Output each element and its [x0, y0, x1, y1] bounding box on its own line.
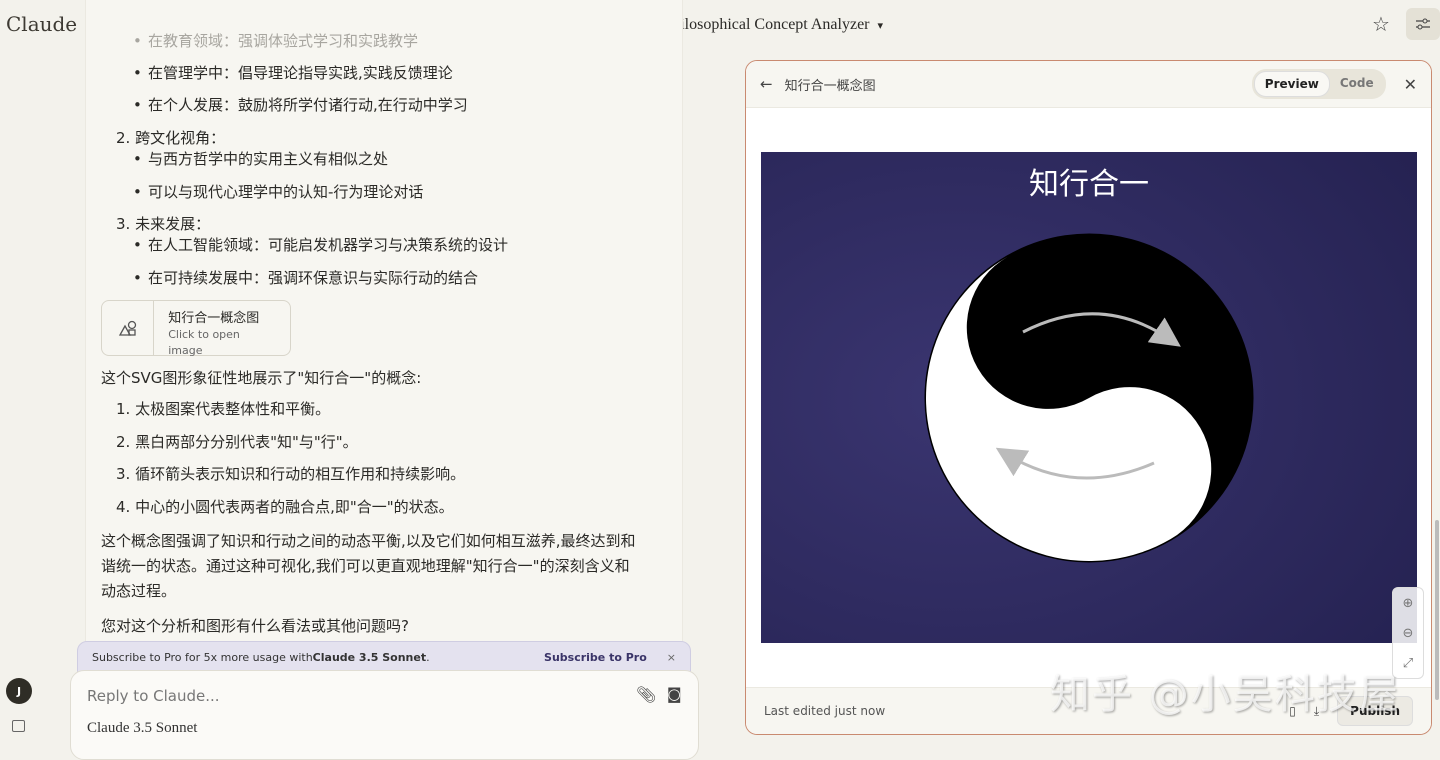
- sliders-icon: [1416, 18, 1430, 30]
- chevron-down-icon: ▾: [877, 19, 884, 32]
- paragraph: 谐统一的状态。通过这种可视化,我们可以更直观地理解"知行合一"的深刻含义和: [101, 557, 630, 575]
- list-item: 3. 循环箭头表示知识和行动的相互作用和持续影响。: [116, 465, 466, 483]
- list-item: 在个人发展：鼓励将所学付诸行动,在行动中学习: [133, 95, 468, 115]
- reply-placeholder: Reply to Claude...: [87, 687, 220, 705]
- artifact-card[interactable]: 知行合一概念图 Click to open image: [101, 300, 291, 357]
- close-banner-button[interactable]: ×: [667, 651, 676, 664]
- camera-icon[interactable]: ◙: [667, 685, 682, 703]
- subscribe-link[interactable]: Subscribe to Pro: [544, 651, 647, 664]
- zoom-out-icon[interactable]: ⊖: [1403, 626, 1414, 641]
- banner-model: Claude 3.5 Sonnet: [312, 650, 427, 664]
- artifact-card-subtitle: Click to open image: [168, 328, 240, 357]
- artifact-title: 知行合一概念图: [784, 78, 876, 94]
- back-arrow-icon[interactable]: ←: [760, 75, 773, 93]
- paragraph: 这个SVG图形象征性地展示了"知行合一"的概念:: [101, 369, 422, 387]
- list-item: 4. 中心的小圆代表两者的融合点,即"合一"的状态。: [116, 498, 454, 516]
- paperclip-icon[interactable]: 📎︎: [636, 685, 656, 704]
- model-selector[interactable]: Claude 3.5 Sonnet: [87, 720, 197, 737]
- yin-yang-image: 知行合一: [761, 152, 1417, 643]
- image-title: 知行合一: [1029, 167, 1149, 202]
- paragraph: 动态过程。: [101, 582, 177, 600]
- list-item: 2. 黑白两部分分别代表"知"与"行"。: [116, 433, 358, 451]
- tab-code[interactable]: Code: [1330, 71, 1384, 97]
- subscribe-banner: Subscribe to Pro for 5x more usage with …: [77, 641, 691, 673]
- list-item: 在管理学中：倡导理论指导实践,实践反馈理论: [133, 63, 453, 83]
- tab-preview[interactable]: Preview: [1253, 71, 1330, 97]
- paragraph: 您对这个分析和图形有什么看法或其他问题吗?: [101, 617, 409, 635]
- list-heading: 2. 跨文化视角：: [116, 129, 226, 147]
- chat-message: 在教育领域：强调体验式学习和实践教学 在管理学中：倡导理论指导实践,实践反馈理论…: [85, 0, 683, 650]
- close-icon[interactable]: ✕: [1404, 75, 1417, 94]
- scrollbar[interactable]: [1435, 520, 1439, 700]
- brand-logo[interactable]: Claude: [6, 12, 77, 36]
- paragraph: 这个概念图强调了知识和行动之间的动态平衡,以及它们如何相互滋养,最终达到和: [101, 532, 636, 550]
- list-item: 在教育领域：强调体验式学习和实践教学: [133, 31, 418, 51]
- list-item: 与西方哲学中的实用主义有相似之处: [133, 149, 388, 169]
- zoom-in-icon[interactable]: ⊕: [1403, 596, 1414, 611]
- list-item: 在可持续发展中：强调环保意识与实际行动的结合: [133, 268, 478, 288]
- artifact-panel: ← 知行合一概念图 Preview Code ✕ 知行合一 ⊕ ⊖ ⤢ Last…: [745, 60, 1432, 735]
- conversation-title: Philosophical Concept Analyzer: [663, 16, 870, 33]
- star-icon[interactable]: ☆: [1372, 12, 1390, 36]
- list-heading: 3. 未来发展：: [116, 215, 211, 233]
- list-item: 可以与现代心理学中的认知-行为理论对话: [133, 182, 423, 202]
- list-item: 1. 太极图案代表整体性和平衡。: [116, 400, 331, 418]
- avatar[interactable]: J: [6, 678, 32, 704]
- shapes-icon: [102, 301, 155, 355]
- list-item: 在人工智能领域：可能启发机器学习与决策系统的设计: [133, 235, 508, 255]
- artifact-card-title: 知行合一概念图: [168, 311, 260, 326]
- expand-icon[interactable]: ⤢: [1403, 656, 1413, 671]
- view-toggle: Preview Code: [1251, 69, 1386, 99]
- sidebar-toggle-icon[interactable]: [12, 720, 25, 732]
- settings-sliders-button[interactable]: [1406, 8, 1440, 40]
- last-edited-text: Last edited just now: [764, 704, 886, 718]
- watermark: 知乎 @小吴科技屋: [1050, 672, 1401, 718]
- banner-text: Subscribe to Pro for 5x more usage with: [92, 650, 313, 664]
